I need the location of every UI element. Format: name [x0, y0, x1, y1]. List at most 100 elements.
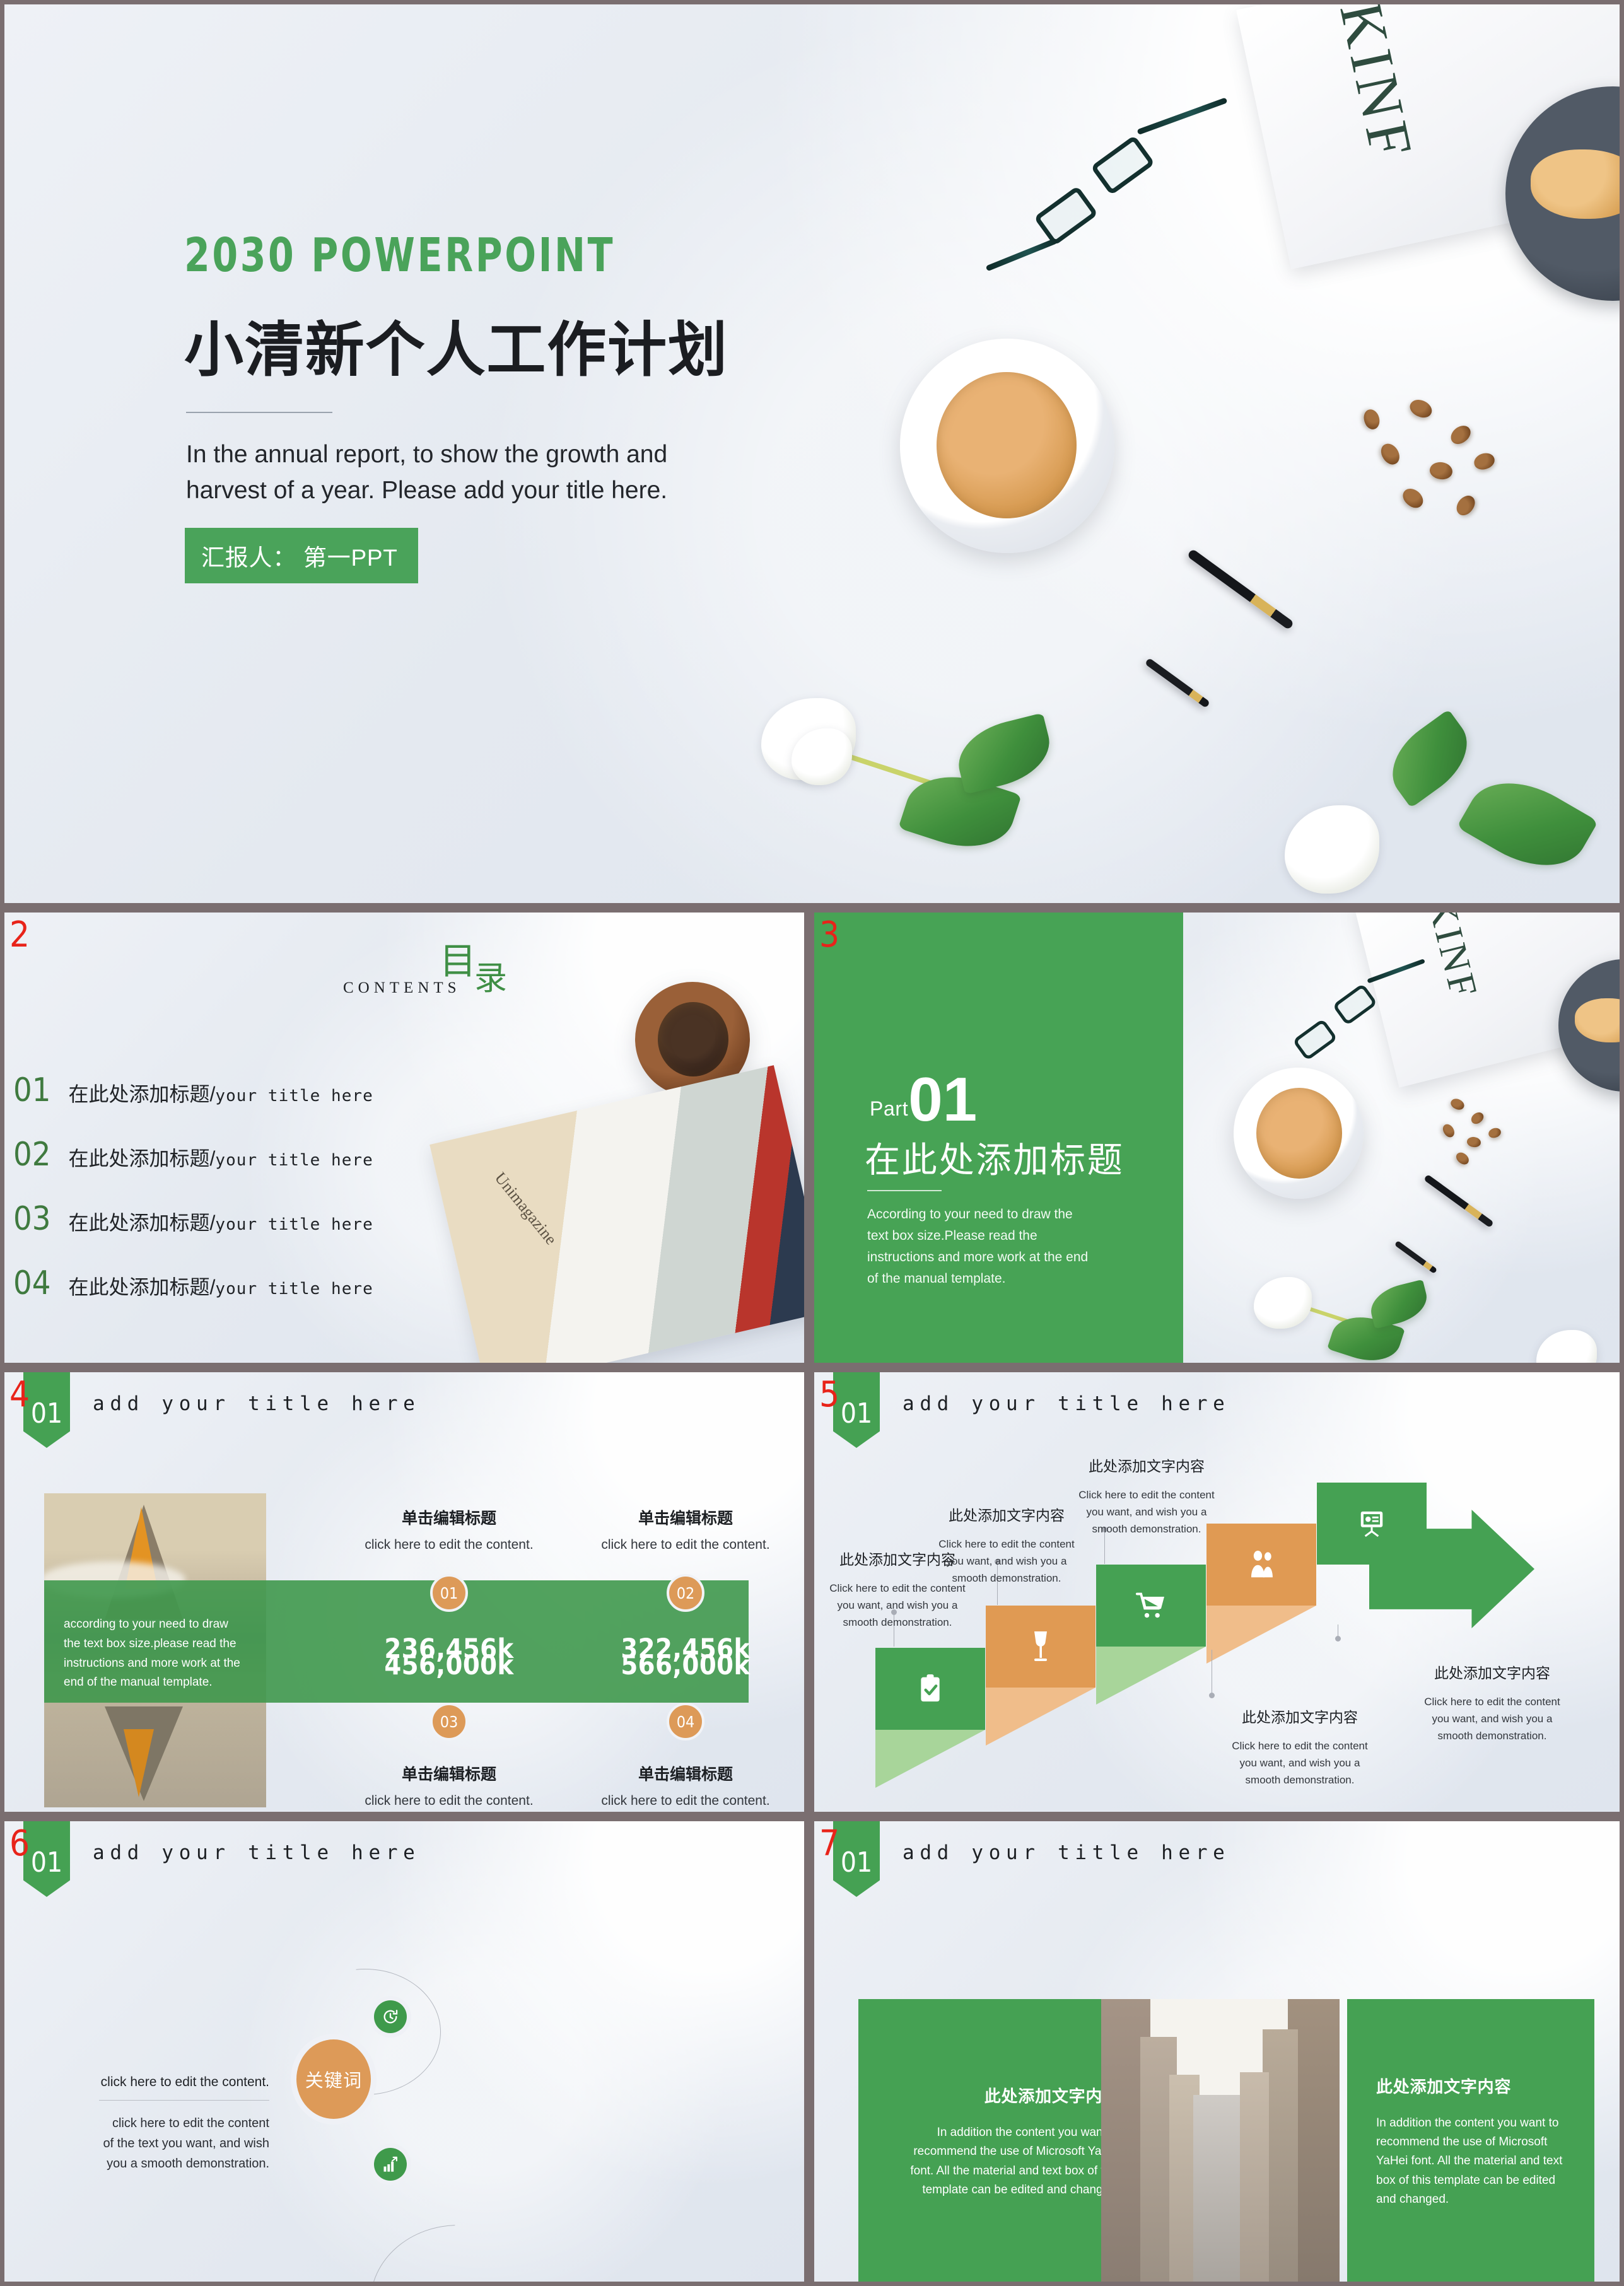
stat-badge: 03 [430, 1703, 468, 1741]
presenter-badge[interactable]: 汇报人： 第一PPT [185, 528, 418, 583]
group-a-line2: click here to edit the content of the te… [103, 2116, 270, 2171]
section-part-label-group: Part 01 [870, 1064, 978, 1134]
stat-value: 456,000k [384, 1650, 514, 1681]
contents-item-label: 在此处添加标题/your title here [68, 1147, 373, 1170]
coffee-prop [937, 372, 1077, 518]
stat-block[interactable]: 456,000k 03 单击编辑标题 click here to edit th… [354, 1650, 544, 1809]
step-caption[interactable]: 此处添加文字内容 Click here to edit the content … [934, 1503, 1079, 1587]
step-caption-heading: 此处添加文字内容 [949, 1507, 1065, 1524]
keyword-circle-a[interactable]: 关键词 [296, 2039, 371, 2119]
process-step[interactable] [1096, 1565, 1206, 1705]
contents-item-label: 在此处添加标题/your title here [68, 1083, 373, 1105]
wine-glass-icon [1028, 1630, 1053, 1663]
pen-cap-prop [1394, 1240, 1438, 1274]
contents-item-label: 在此处添加标题/your title here [68, 1211, 373, 1234]
presentation-icon [1357, 1509, 1386, 1538]
slide-deck: KINF 2030 POWERPOINT 小清新个人工作计划 In the an… [0, 0, 1624, 2286]
section-part-label: Part [870, 1097, 909, 1121]
slide-number: 5 [819, 1374, 840, 1415]
slide-number: 3 [819, 914, 840, 955]
stat-badge: 02 [667, 1574, 704, 1612]
shopping-cart-icon [1136, 1591, 1166, 1620]
contents-heading-cn-1: 目 [440, 941, 477, 982]
contents-item[interactable]: 04 在此处添加标题/your title here [13, 1264, 373, 1302]
contents-item[interactable]: 02 在此处添加标题/your title here [13, 1136, 373, 1174]
pen-prop [1423, 1174, 1494, 1228]
quadrant-heading: 此处添加文字内容 [984, 2087, 1119, 2106]
slide-number: 7 [819, 1823, 840, 1864]
coffee-prop [1256, 1088, 1342, 1179]
title-divider [186, 412, 332, 413]
clock-refresh-icon[interactable] [374, 2000, 407, 2033]
magazine-title: KINF [1327, 4, 1427, 168]
group-a-text[interactable]: click here to edit the content. click he… [99, 2075, 269, 2174]
step-caption[interactable]: 此处添加文字内容 Click here to edit the content … [1420, 1661, 1565, 1745]
contents-item-number: 01 [13, 1071, 51, 1109]
contents-item-number: 03 [13, 1200, 51, 1238]
slide-contents[interactable]: 2 Unimagazine 目 录 CONTENTS 01 在此处添加标题/yo… [4, 913, 804, 1363]
contents-item[interactable]: 03 在此处添加标题/your title here [13, 1200, 373, 1238]
rose-petal [1254, 1277, 1312, 1329]
coffee-bean [1466, 1136, 1482, 1148]
slide-section-divider[interactable]: KINF 3 Part 01 在此处添加标题 According to your… [814, 913, 1620, 1363]
step-caption-heading: 此处添加文字内容 [1089, 1458, 1205, 1474]
step-caption-body: Click here to edit the content you want,… [1078, 1489, 1215, 1535]
stat-subtext: click here to edit the content. [365, 1537, 534, 1552]
page-title: add your title here [903, 1841, 1230, 1864]
stat-badge: 01 [430, 1574, 468, 1612]
stat-heading: 单击编辑标题 [401, 1766, 496, 1783]
stat-subtext: click here to edit the content. [601, 1793, 770, 1808]
slide-four-quadrant[interactable]: 01 7 add your title here 此处添加文字内容 In add… [814, 1821, 1620, 2282]
stat-value: 566,000k [621, 1650, 751, 1681]
photo-caption: according to your need to draw the text … [64, 1618, 240, 1689]
croissant-prop [1531, 149, 1620, 219]
process-step[interactable] [986, 1606, 1095, 1746]
slide-number: 6 [9, 1823, 30, 1864]
coffee-bean [1454, 1150, 1471, 1167]
step-caption[interactable]: 此处添加文字内容 Click here to edit the content … [1074, 1454, 1219, 1538]
section-part-number: 01 [908, 1064, 978, 1134]
keyword-label: 关键词 [305, 2071, 363, 2091]
stat-heading: 单击编辑标题 [638, 1766, 733, 1783]
users-icon [1247, 1549, 1276, 1580]
ribbon-number: 01 [840, 1397, 873, 1430]
step-caption-body: Click here to edit the content you want,… [829, 1582, 966, 1628]
mountain-reflection-highlight [124, 1729, 154, 1797]
slide-title[interactable]: KINF 2030 POWERPOINT 小清新个人工作计划 In the an… [4, 4, 1620, 903]
contents-heading-en: CONTENTS [343, 979, 461, 996]
stat-block[interactable]: 566,000k 04 单击编辑标题 click here to edit th… [591, 1650, 780, 1809]
section-divider-rule [867, 1190, 942, 1191]
bar-chart-growth-icon[interactable] [374, 2148, 407, 2181]
page-title: add your title here [93, 1841, 421, 1864]
process-step[interactable] [1317, 1483, 1427, 1565]
coffee-bean [1469, 1110, 1486, 1126]
croissant-prop [1575, 998, 1620, 1042]
group-a-line1: click here to edit the content. [100, 2075, 269, 2089]
magazine-logo: Unimagazine [491, 1169, 561, 1249]
step-caption-body: Click here to edit the content you want,… [938, 1538, 1075, 1584]
contents-item-number: 02 [13, 1136, 51, 1174]
stat-heading: 单击编辑标题 [638, 1510, 733, 1527]
step-caption[interactable]: 此处添加文字内容 Click here to edit the content … [1227, 1705, 1372, 1789]
quadrant-cell[interactable]: 此处添加文字内容 In addition the content you wan… [1347, 1999, 1594, 2282]
slide-stats[interactable]: 01 4 add your title here according to yo… [4, 1372, 804, 1812]
coffee-bean [1440, 1122, 1457, 1140]
stat-heading: 单击编辑标题 [401, 1510, 496, 1527]
callout-dot [1335, 1636, 1341, 1642]
contents-item-label: 在此处添加标题/your title here [68, 1276, 373, 1298]
section-photo: KINF [1183, 913, 1620, 1363]
slide-keyword-circles[interactable]: 01 6 add your title here 关键词 click here … [4, 1821, 804, 2282]
ribbon-number: 01 [840, 1846, 873, 1879]
process-step[interactable] [1206, 1524, 1316, 1664]
contents-item-number: 04 [13, 1264, 51, 1302]
stat-block[interactable]: 单击编辑标题 click here to edit the content. 0… [354, 1506, 544, 1665]
stat-subtext: click here to edit the content. [365, 1793, 534, 1808]
slide-process-staircase[interactable]: 01 5 add your title here 此处添加文字内容 Click … [814, 1372, 1620, 1812]
step-caption-body: Click here to edit the content you want,… [1424, 1696, 1560, 1742]
contents-heading-cn-2: 录 [474, 961, 508, 997]
contents-item[interactable]: 01 在此处添加标题/your title here [13, 1071, 373, 1109]
stat-block[interactable]: 单击编辑标题 click here to edit the content. 0… [591, 1506, 780, 1665]
process-step[interactable] [875, 1648, 985, 1788]
callout-dot [1209, 1693, 1215, 1698]
slide-number: 4 [9, 1374, 30, 1415]
